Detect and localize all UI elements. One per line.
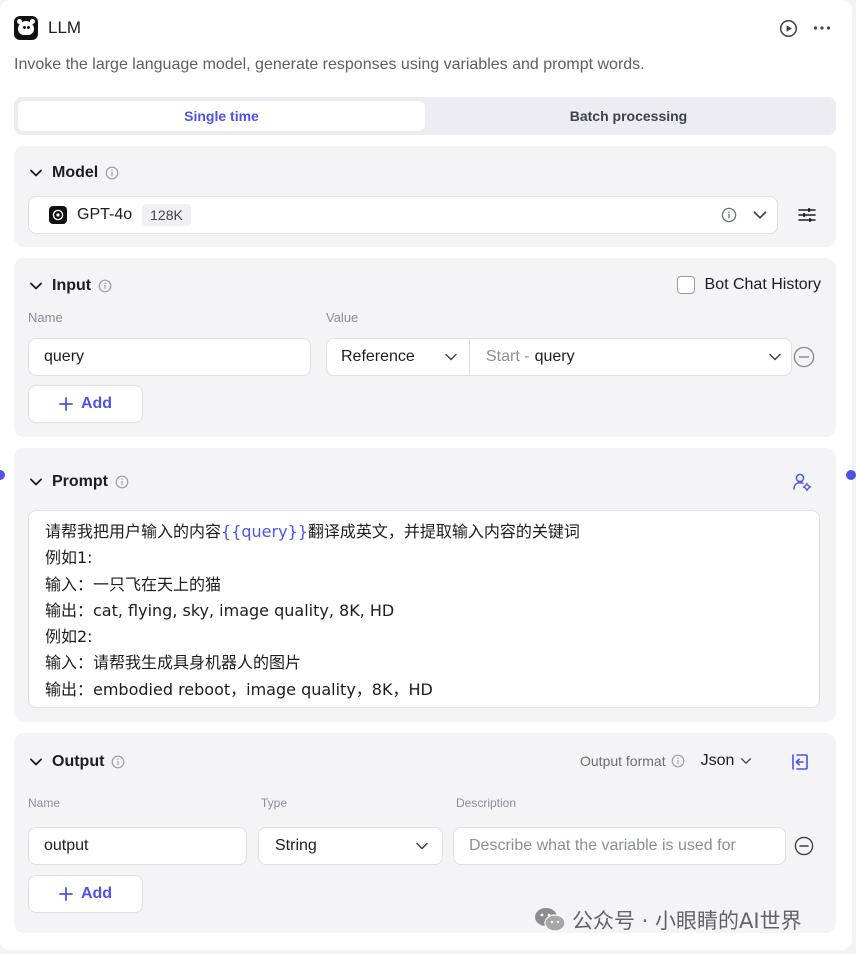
bot-chat-history-toggle[interactable]: Bot Chat History (676, 276, 821, 294)
name-column-header: Name (28, 310, 63, 325)
node-header: LLM (14, 14, 832, 42)
input-section-title: Input (52, 277, 92, 294)
output-description-placeholder: Describe what the variable is used for (469, 837, 736, 854)
model-settings-sliders-icon[interactable] (797, 205, 817, 225)
prompt-line: 输出：cat, flying, sky, image quality, 8K, … (45, 600, 395, 620)
bot-chat-history-checkbox[interactable] (676, 276, 695, 294)
prompt-line: 输出：embodied reboot，image quality，8K，HD (45, 679, 433, 699)
prompt-variable-query: {{query}} (221, 522, 308, 541)
reference-variable-select[interactable]: Start - query (470, 339, 791, 375)
input-name-field[interactable]: query (28, 338, 311, 376)
model-info-icon[interactable] (721, 207, 737, 223)
value-column-header: Value (326, 310, 359, 325)
output-description-column-header: Description (456, 796, 517, 810)
output-description-field[interactable]: Describe what the variable is used for (453, 827, 786, 865)
node-title: LLM (48, 18, 82, 37)
chevron-down-icon[interactable] (28, 754, 44, 770)
output-type-column-header: Type (261, 796, 288, 810)
add-output-button[interactable]: Add (28, 875, 143, 913)
output-format-select[interactable]: Json (701, 752, 754, 770)
prompt-editor[interactable]: 请帮我把用户输入的内容{{query}}翻译成英文，并提取输入内容的关键词 例如… (28, 510, 820, 708)
model-section-header[interactable]: Model (28, 162, 119, 184)
bot-chat-history-label: Bot Chat History (704, 276, 821, 293)
output-name-field[interactable]: output (28, 827, 247, 865)
wechat-icon (535, 908, 566, 932)
output-type-select[interactable]: String (258, 827, 443, 865)
chevron-down-icon (445, 353, 457, 361)
input-name-value: query (44, 348, 85, 365)
info-icon[interactable] (111, 755, 125, 769)
remove-input-icon[interactable] (793, 346, 815, 368)
wechat-watermark: 公众号 · 小眼睛的AI世界 (534, 905, 802, 935)
model-select[interactable]: GPT-4o 128K (28, 196, 778, 234)
output-format-label: Output format (580, 753, 666, 769)
remove-output-icon[interactable] (793, 835, 815, 857)
value-type-select[interactable]: Reference (341, 339, 463, 375)
prompt-line: 输入：请帮我生成具身机器人的图片 (45, 653, 302, 673)
openai-logo-icon (49, 206, 67, 224)
info-icon[interactable] (105, 166, 119, 180)
chevron-down-icon (416, 842, 428, 850)
chevron-down-icon[interactable] (28, 165, 44, 181)
output-type-value: String (275, 837, 317, 854)
import-output-icon[interactable] (790, 752, 810, 772)
llm-node-panel: LLM Invoke the large language model, gen… (0, 0, 852, 950)
reference-variable: query (534, 348, 575, 365)
input-section-header[interactable]: Input (28, 275, 112, 297)
reference-source: Start - (486, 348, 530, 365)
watermark-text: 公众号 · 小眼睛的AI世界 (572, 909, 802, 933)
prompt-user-settings-icon[interactable] (792, 472, 812, 492)
mode-tabs: Single time Batch processing (14, 97, 836, 135)
add-input-button[interactable]: Add (28, 385, 143, 423)
output-name-column-header: Name (28, 796, 61, 810)
plus-icon (59, 397, 73, 411)
input-value-field: Reference Start - query (326, 338, 792, 376)
llm-logo-icon (14, 16, 38, 40)
more-options-icon[interactable] (812, 18, 832, 38)
input-section: Input Bot Chat History Name Value query … (14, 258, 836, 437)
plus-icon (59, 887, 73, 901)
prompt-section: Prompt 请帮我把用户输入的内容{{query}}翻译成英文，并提取输入内容… (14, 448, 836, 722)
info-icon[interactable] (98, 279, 112, 293)
chevron-down-icon[interactable] (28, 474, 44, 490)
prompt-section-header[interactable]: Prompt (28, 471, 129, 493)
add-input-label: Add (80, 395, 113, 412)
output-format-control: Output format Json (580, 752, 753, 770)
chevron-down-icon[interactable] (751, 206, 769, 224)
prompt-text: 翻译成英文，并提取输入内容的关键词 (307, 522, 580, 541)
info-icon[interactable] (115, 475, 129, 489)
prompt-section-title: Prompt (52, 473, 108, 490)
prompt-line: 输入：一只飞在天上的猫 (45, 574, 222, 594)
output-section-title: Output (52, 753, 105, 770)
info-icon[interactable] (671, 754, 685, 768)
run-play-icon[interactable] (778, 18, 798, 38)
prompt-line: 例如1: (45, 548, 93, 568)
tab-batch-processing[interactable]: Batch processing (425, 101, 832, 131)
chevron-down-icon (741, 758, 752, 764)
chevron-down-icon (769, 353, 781, 361)
model-section: Model GPT-4o 128K (14, 146, 836, 247)
model-section-title: Model (52, 164, 99, 181)
value-type-label: Reference (341, 348, 415, 365)
output-section-header[interactable]: Output (28, 751, 125, 773)
output-connection-handle[interactable] (846, 470, 856, 480)
output-section: Output Output format Json Name Type Desc… (14, 733, 836, 933)
model-name: GPT-4o (77, 206, 133, 223)
chevron-down-icon[interactable] (28, 278, 44, 294)
tab-single-time[interactable]: Single time (18, 101, 425, 131)
prompt-line: 例如2: (45, 627, 93, 647)
output-name-value: output (44, 837, 89, 854)
prompt-text: 请帮我把用户输入的内容 (45, 522, 222, 541)
context-length-badge: 128K (142, 204, 191, 226)
output-format-value: Json (700, 752, 735, 769)
node-description: Invoke the large language model, generat… (14, 56, 645, 73)
add-output-label: Add (80, 885, 113, 902)
